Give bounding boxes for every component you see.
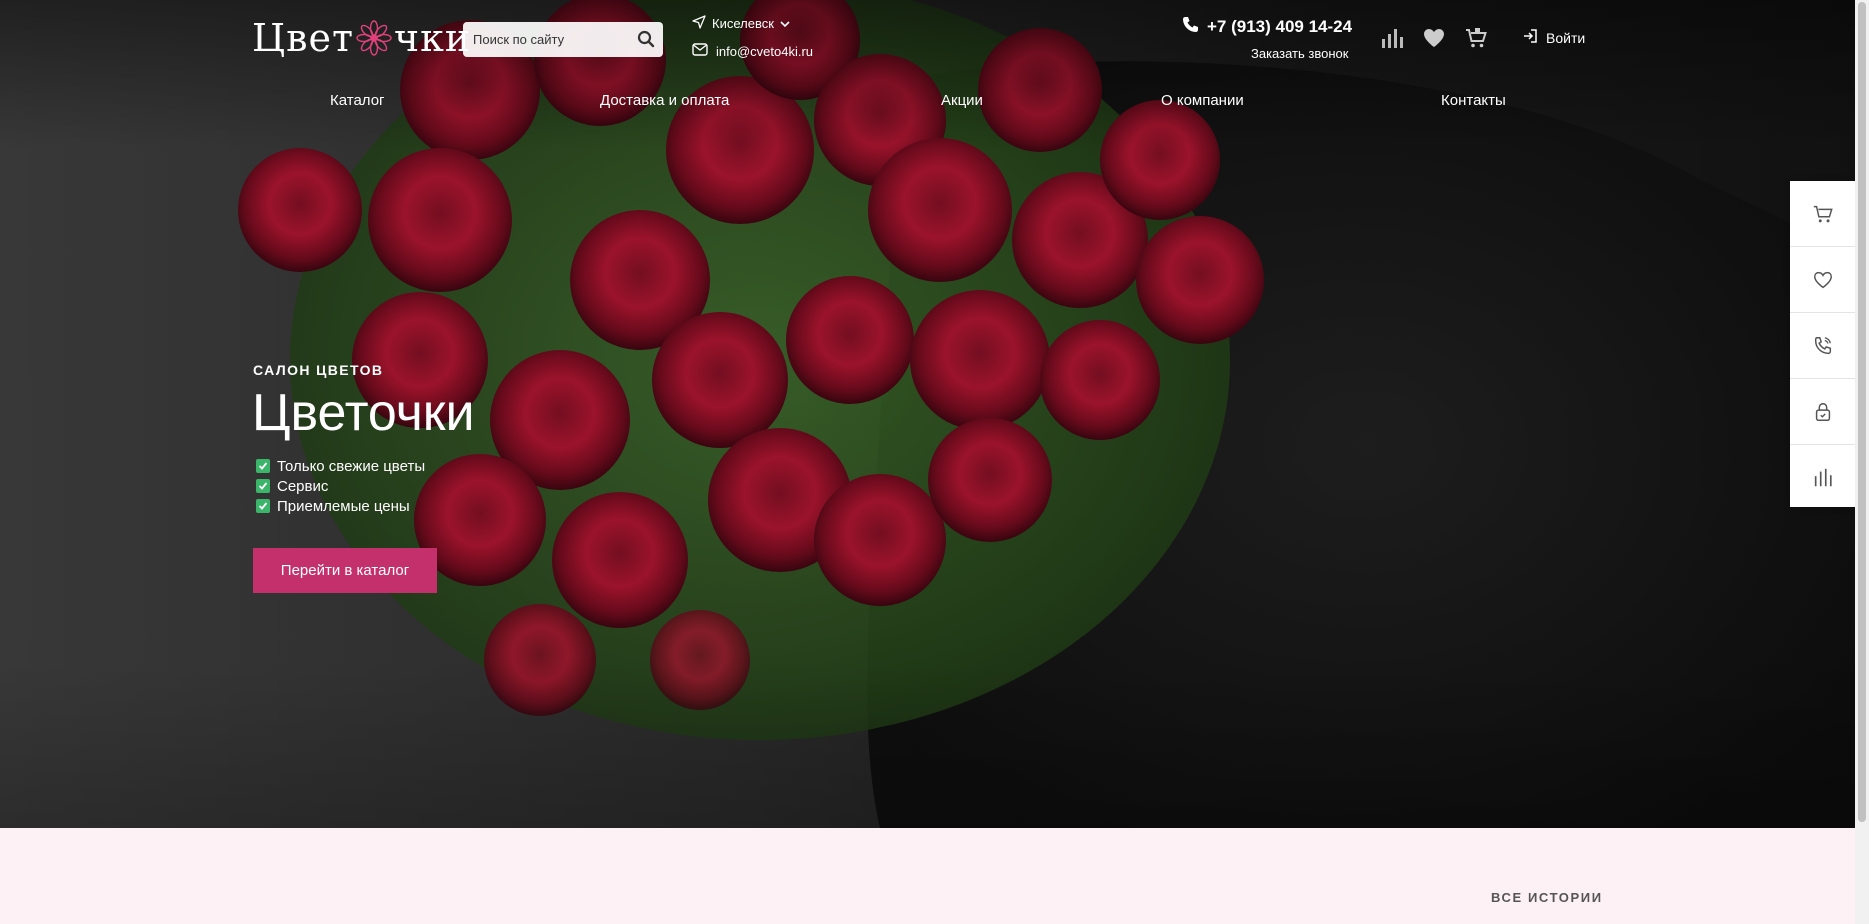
- cart-icon[interactable]: [1464, 26, 1488, 50]
- chevron-down-icon: [780, 16, 790, 31]
- side-cart-icon[interactable]: [1790, 181, 1855, 247]
- compare-icon[interactable]: [1380, 26, 1404, 50]
- header-icons: [1380, 26, 1488, 50]
- login-label: Войти: [1546, 29, 1586, 46]
- phone-icon: [1182, 16, 1199, 38]
- email-text: info@cveto4ki.ru: [716, 43, 814, 59]
- side-phone-icon[interactable]: [1790, 313, 1855, 379]
- feature-item: Только свежие цветы: [256, 456, 425, 476]
- hero-eyebrow: САЛОН ЦВЕТОВ: [253, 362, 384, 378]
- side-compare-icon[interactable]: [1790, 445, 1855, 510]
- hero-title: Цветочки: [252, 384, 475, 442]
- page-scrollbar[interactable]: [1855, 0, 1869, 924]
- heart-icon[interactable]: [1422, 26, 1446, 50]
- nav-item-promotions[interactable]: Акции: [941, 92, 983, 109]
- nav-item-delivery[interactable]: Доставка и оплата: [600, 92, 729, 109]
- login-link[interactable]: Войти: [1522, 28, 1585, 47]
- nav-item-catalog[interactable]: Каталог: [330, 92, 385, 109]
- city-selector[interactable]: Киселевск: [692, 15, 790, 32]
- nav-item-contacts[interactable]: Контакты: [1441, 92, 1506, 109]
- feature-text: Только свежие цветы: [277, 457, 426, 475]
- logo-text-start: Цвет: [252, 16, 355, 60]
- go-to-catalog-button[interactable]: Перейти в каталог: [253, 548, 437, 593]
- checkbox-icon: [256, 499, 270, 513]
- search-icon[interactable]: [637, 30, 655, 48]
- logo-text-end: чки: [394, 16, 472, 60]
- scrollbar-thumb[interactable]: [1858, 2, 1866, 822]
- feature-item: Сервис: [256, 476, 425, 496]
- side-panel: [1790, 181, 1855, 507]
- feature-item: Приемлемые цены: [256, 496, 425, 516]
- flower-logo-icon: [356, 20, 392, 56]
- city-name: Киселевск: [712, 16, 774, 31]
- nav-item-about[interactable]: О компании: [1161, 92, 1244, 109]
- feature-text: Сервис: [277, 477, 329, 495]
- checkbox-icon: [256, 459, 270, 473]
- callback-link[interactable]: Заказать звонок: [1251, 46, 1348, 61]
- stories-section: [0, 828, 1855, 924]
- all-stories-link[interactable]: ВСЕ ИСТОРИИ: [1491, 890, 1603, 905]
- side-lock-icon[interactable]: [1790, 379, 1855, 445]
- login-icon: [1522, 28, 1538, 47]
- mail-icon: [692, 43, 708, 59]
- hero-features: Только свежие цветы Сервис Приемлемые це…: [256, 456, 425, 516]
- checkbox-icon: [256, 479, 270, 493]
- logo[interactable]: Цвет чки: [252, 16, 471, 60]
- main-nav: Каталог Доставка и оплата Акции О компан…: [0, 92, 1869, 114]
- search-input[interactable]: [463, 31, 635, 48]
- location-arrow-icon: [692, 15, 706, 32]
- search-box: [463, 22, 663, 57]
- feature-text: Приемлемые цены: [277, 497, 410, 515]
- side-heart-icon[interactable]: [1790, 247, 1855, 313]
- phone-link[interactable]: +7 (913) 409 14-24: [1182, 16, 1352, 38]
- email-link[interactable]: info@cveto4ki.ru: [692, 43, 813, 59]
- phone-number: +7 (913) 409 14-24: [1207, 17, 1353, 36]
